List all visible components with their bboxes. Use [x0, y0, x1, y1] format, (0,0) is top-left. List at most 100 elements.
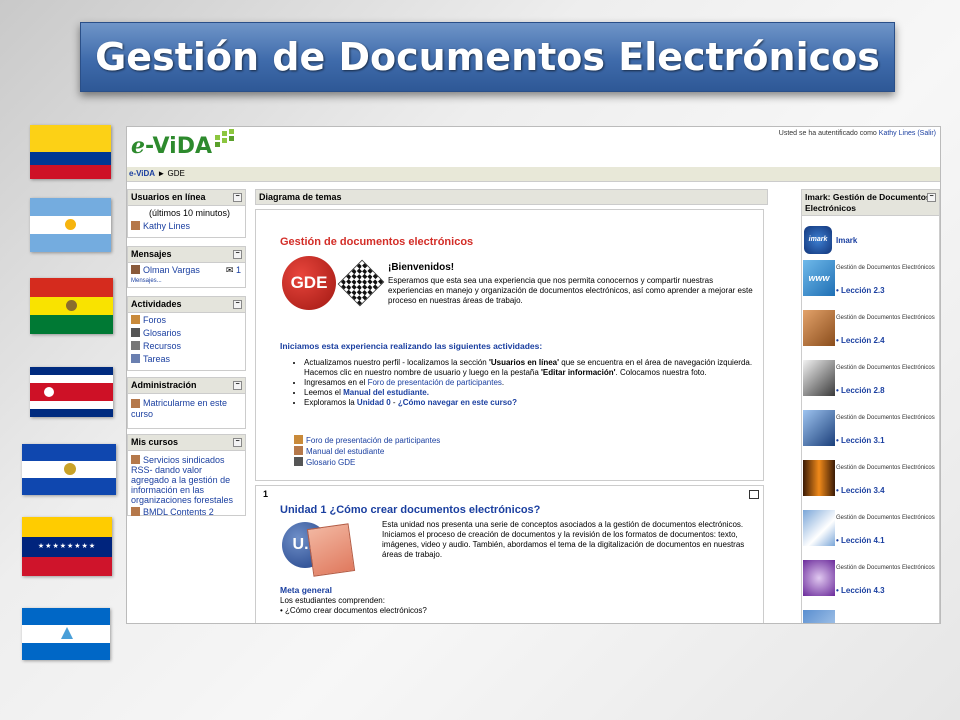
lesson-course: Gestión de Documentos Electrónicos: [836, 315, 935, 321]
collapse-icon[interactable]: −: [233, 381, 242, 390]
block-header: Administración −: [128, 378, 245, 394]
section-number: 1: [263, 489, 269, 499]
lesson-link[interactable]: • Lección 2.8: [836, 386, 885, 395]
stars-icon: ★★★★★★★★: [22, 537, 112, 557]
highlight-checkbox-icon[interactable]: [749, 490, 759, 499]
login-info: Usted se ha autentificado como Kathy Lin…: [779, 130, 936, 137]
text: .: [501, 378, 505, 387]
block-activities: Actividades − Foros Glosarios Recursos Ta…: [127, 296, 246, 371]
collapse-icon[interactable]: −: [927, 193, 936, 202]
resources-list: Foro de presentación de participantes Ma…: [294, 435, 440, 468]
message-sender-link[interactable]: Olman Vargas: [143, 265, 200, 275]
lesson-link[interactable]: • Lección 4.3: [836, 586, 885, 595]
collapse-icon[interactable]: −: [233, 250, 242, 259]
activity-item: Ingresamos en el Foro de presentación de…: [304, 378, 764, 388]
activity-forums-link[interactable]: Foros: [143, 315, 166, 325]
lesson-item[interactable]: Gestión de Documentos Electrónicos • Lec…: [802, 460, 939, 506]
logo-e: e: [131, 133, 145, 159]
resource-glossary-link[interactable]: Glosario GDE: [306, 458, 355, 467]
lesson-thumbnail: [803, 410, 835, 446]
block-title: Actividades: [131, 299, 182, 309]
unit0-nav-link[interactable]: ¿Cómo navegar en este curso?: [398, 398, 517, 407]
manual-link[interactable]: Manual del estudiante.: [343, 388, 429, 397]
enrol-link[interactable]: Matricularme en este curso: [131, 398, 227, 419]
course-icon: [131, 507, 140, 516]
flag-venezuela: ★★★★★★★★: [22, 517, 112, 576]
breadcrumb-home[interactable]: e-ViDA: [129, 169, 155, 178]
sun-icon: [65, 219, 76, 230]
enrol-icon: [131, 399, 140, 408]
block-header: Actividades −: [128, 297, 245, 313]
resource-manual-link[interactable]: Manual del estudiante: [306, 447, 384, 456]
gde-logo: GDE: [282, 256, 336, 310]
block-online-users: Usuarios en línea − (últimos 10 minutos) …: [127, 189, 246, 238]
lesson-item[interactable]: [802, 610, 939, 623]
user-avatar-icon: [131, 221, 140, 230]
lesson-course: Gestión de Documentos Electrónicos: [836, 365, 935, 371]
lesson-thumbnail: [803, 510, 835, 546]
slide-title: Gestión de Documentos Electrónicos: [80, 22, 895, 92]
unit0-link[interactable]: Unidad 0: [357, 398, 391, 407]
breadcrumb: e-ViDA ► GDE: [127, 167, 940, 182]
lesson-thumbnail: [803, 610, 835, 623]
welcome-text: Esperamos que esta sea una experiencia q…: [388, 276, 753, 305]
glossary-icon: [131, 328, 140, 337]
logout-link[interactable]: (Salir): [917, 130, 936, 137]
flag-nicaragua: [22, 608, 110, 660]
block-my-courses: Mis cursos − Servicios sindicados RSS- da…: [127, 434, 246, 517]
lesson-item[interactable]: Gestión de Documentos Electrónicos • Lec…: [802, 510, 939, 556]
collapse-icon[interactable]: −: [233, 193, 242, 202]
lesson-item[interactable]: Gestión de Documentos Electrónicos • Lec…: [802, 410, 939, 456]
lesson-link[interactable]: • Lección 4.1: [836, 536, 885, 545]
lesson-course: Gestión de Documentos Electrónicos: [836, 265, 935, 271]
course-link-bmdl[interactable]: BMDL Contents 2: [143, 507, 214, 517]
lesson-course: Gestión de Documentos Electrónicos: [836, 415, 935, 421]
user-avatar-icon: [131, 265, 140, 274]
text-bold: 'Editar información': [541, 368, 616, 377]
lesson-thumbnail: [803, 460, 835, 496]
messages-link[interactable]: Mensajes...: [131, 278, 162, 284]
lesson-link[interactable]: • Lección 2.4: [836, 336, 885, 345]
flag-el-salvador: [22, 444, 116, 495]
text: Ingresamos en el: [304, 378, 368, 387]
section-0: Gestión de documentos electrónicos GDE ¡…: [255, 209, 764, 481]
imark-link[interactable]: Imark: [836, 236, 857, 245]
resource-forum-link[interactable]: Foro de presentación de participantes: [306, 436, 440, 445]
block-header: Mis cursos −: [128, 435, 245, 451]
activity-resources-link[interactable]: Recursos: [143, 341, 181, 351]
coat-of-arms-icon: [44, 387, 54, 397]
activities-heading: Iniciamos esta experiencia realizando la…: [280, 341, 543, 351]
collapse-icon[interactable]: −: [233, 438, 242, 447]
section-1-title: Unidad 1 ¿Cómo crear documentos electrón…: [280, 504, 541, 516]
lesson-link[interactable]: • Lección 3.4: [836, 486, 885, 495]
chess-icon: [337, 259, 385, 307]
lesson-item[interactable]: Gestión de Documentos Electrónicos • Lec…: [802, 310, 939, 356]
section-1: 1 Unidad 1 ¿Cómo crear documentos electr…: [255, 485, 764, 623]
forum-presentation-link[interactable]: Foro de presentación de participantes: [368, 378, 502, 387]
lesson-link[interactable]: • Lección 3.1: [836, 436, 885, 445]
coat-of-arms-icon: [64, 463, 76, 475]
lesson-item[interactable]: www Gestión de Documentos Electrónicos •…: [802, 260, 939, 306]
block-title: Imark: Gestión de Documentos Electrónico…: [805, 192, 931, 213]
section-0-title: Gestión de documentos electrónicos: [280, 236, 474, 248]
resource-icon: [131, 341, 140, 350]
text-bold: 'Usuarios en línea': [488, 358, 560, 367]
lesson-item[interactable]: Gestión de Documentos Electrónicos • Lec…: [802, 360, 939, 406]
lesson-thumbnail: [803, 310, 835, 346]
evida-logo[interactable]: e-ViDA: [131, 133, 212, 159]
message-count[interactable]: ✉ 1: [226, 265, 241, 276]
collapse-icon[interactable]: −: [233, 300, 242, 309]
course-icon: [131, 455, 140, 464]
course-link-rss[interactable]: Servicios sindicados RSS- dando valor ag…: [131, 455, 233, 505]
activity-glossaries-link[interactable]: Glosarios: [143, 328, 181, 338]
glossary-icon: [294, 457, 303, 466]
lesson-link[interactable]: • Lección 2.3: [836, 286, 885, 295]
block-title: Mensajes: [131, 249, 172, 259]
flag-argentina: [30, 198, 111, 252]
online-user-link[interactable]: Kathy Lines: [143, 221, 190, 231]
activity-tasks-link[interactable]: Tareas: [143, 354, 170, 364]
lesson-item[interactable]: Gestión de Documentos Electrónicos • Lec…: [802, 560, 939, 606]
welcome-heading: ¡Bienvenidos!: [388, 262, 455, 273]
login-user-link[interactable]: Kathy Lines: [879, 130, 916, 137]
imark-logo[interactable]: imark: [804, 226, 832, 254]
